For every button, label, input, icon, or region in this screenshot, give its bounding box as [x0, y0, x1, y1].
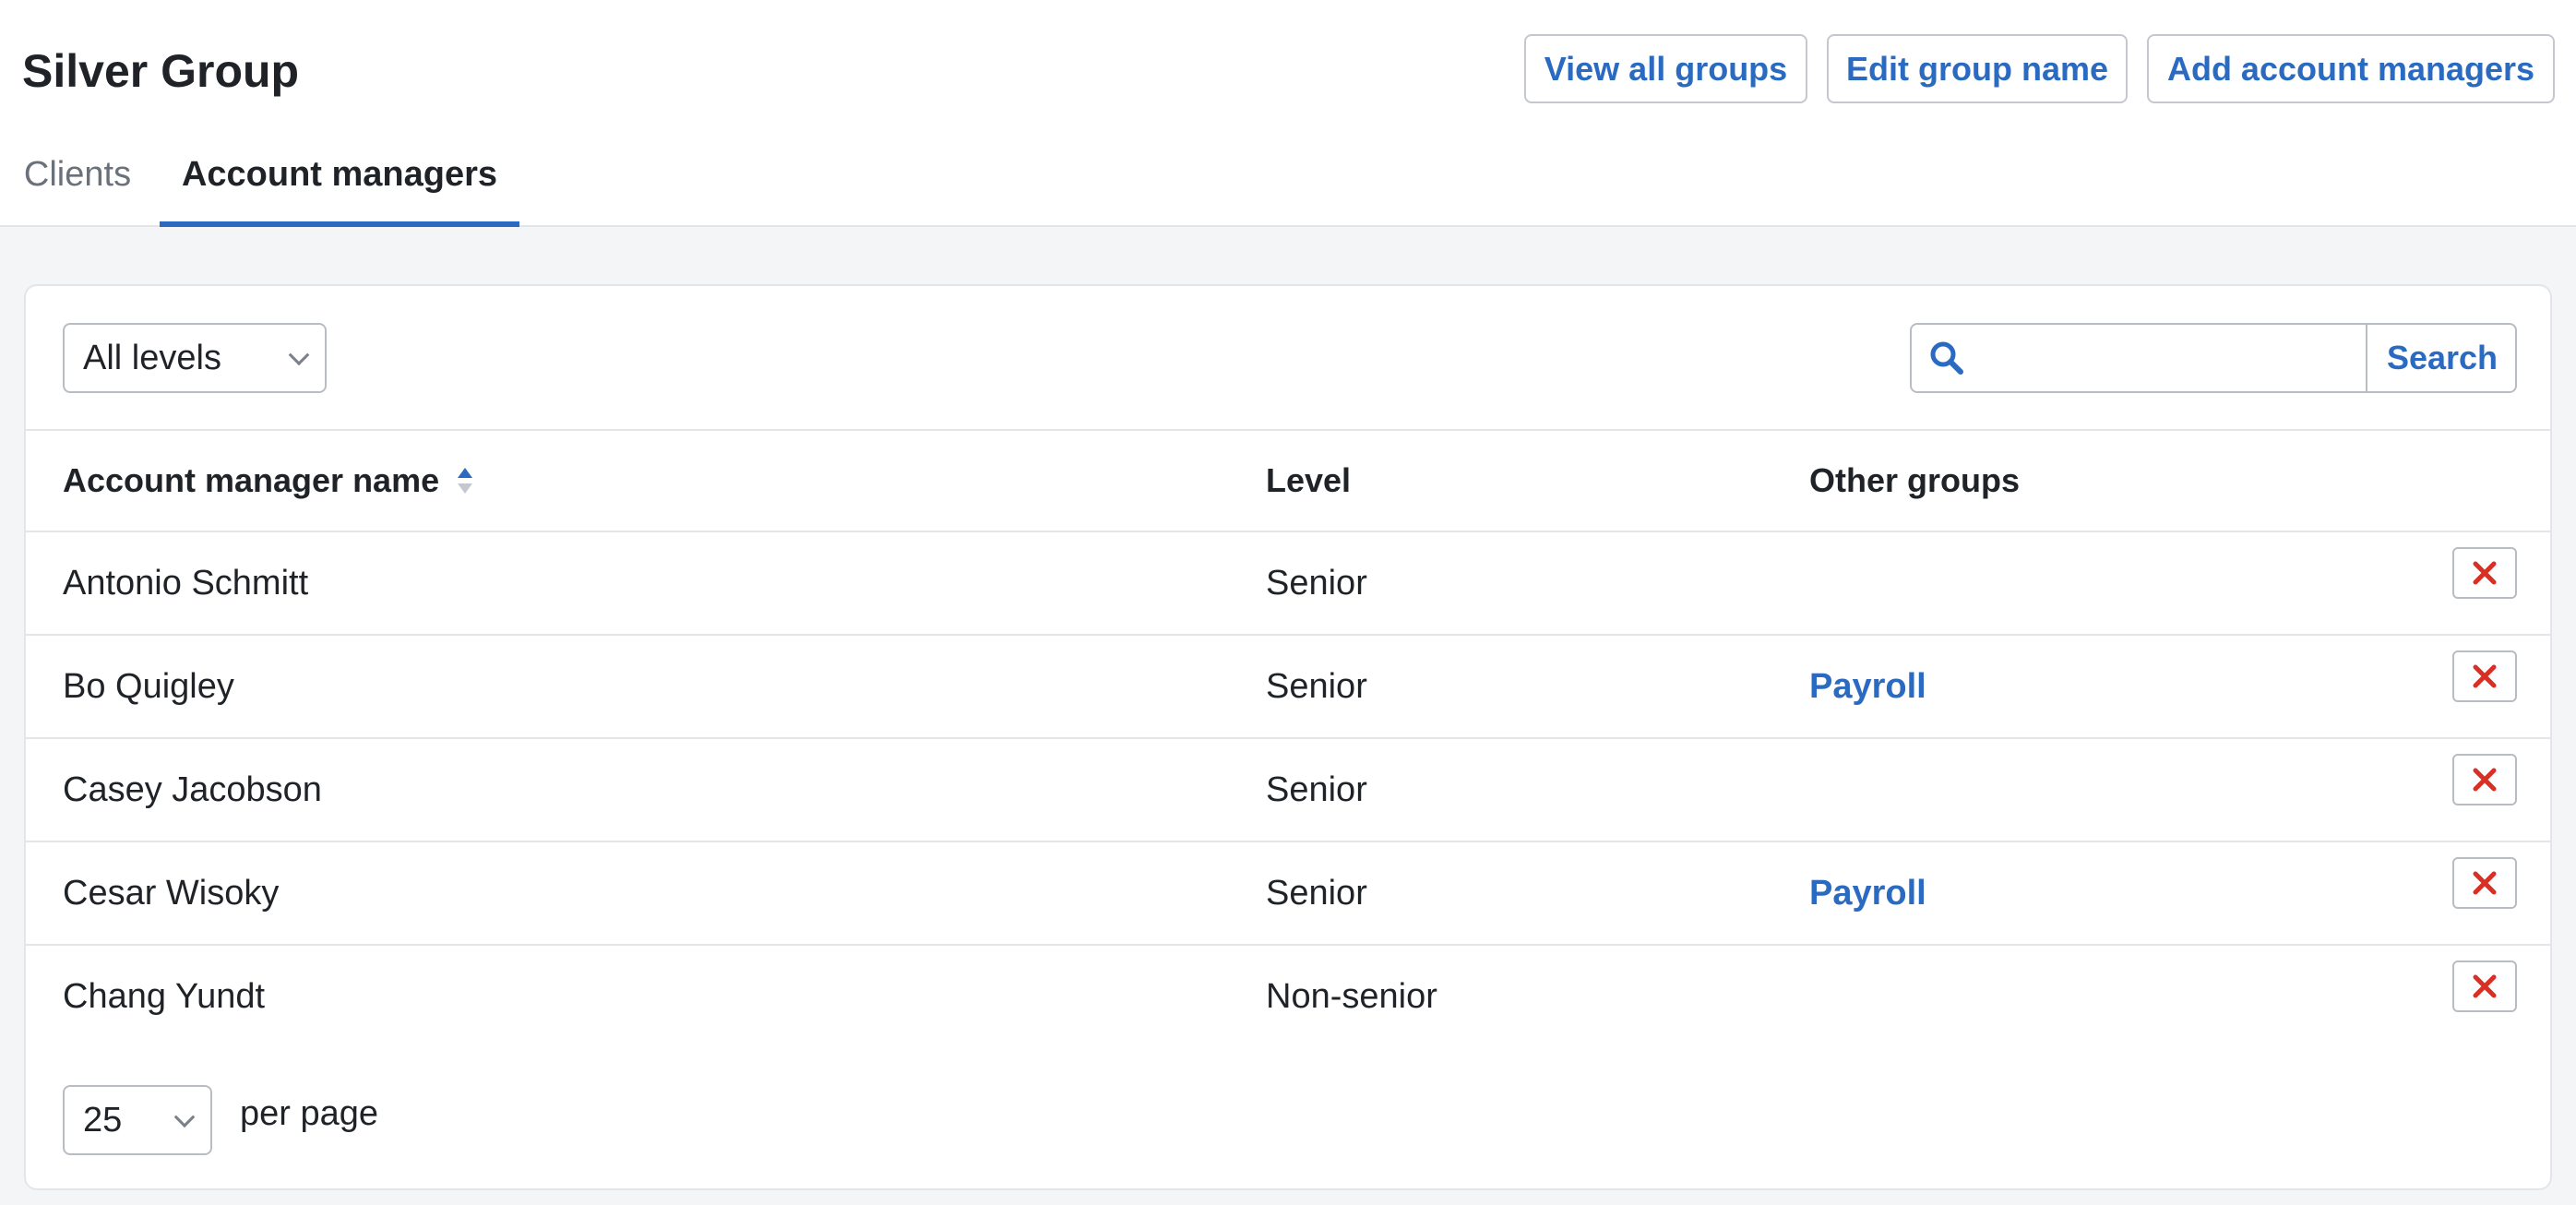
- row-level: Senior: [1266, 873, 1367, 913]
- close-icon: [2473, 561, 2497, 585]
- add-account-managers-button[interactable]: Add account managers: [2147, 34, 2555, 103]
- close-icon: [2473, 974, 2497, 998]
- row-name: Chang Yundt: [63, 976, 266, 1016]
- chevron-down-icon: [173, 1106, 196, 1128]
- row-other-groups-link[interactable]: Payroll: [1809, 636, 1926, 737]
- row-level: Senior: [1266, 563, 1367, 602]
- edit-group-name-button[interactable]: Edit group name: [1827, 34, 2128, 103]
- row-name: Bo Quigley: [63, 666, 234, 706]
- tab-account-managers[interactable]: Account managers: [160, 148, 519, 227]
- table-row: Bo Quigley Senior Payroll: [26, 636, 2550, 739]
- view-all-groups-button[interactable]: View all groups: [1524, 34, 1807, 103]
- close-icon: [2473, 871, 2497, 895]
- search-icon: [1930, 341, 1963, 375]
- per-page-select[interactable]: 25: [63, 1085, 212, 1155]
- column-header-level: Level: [1266, 461, 1352, 499]
- column-header-other-groups: Other groups: [1809, 461, 2021, 499]
- search-button[interactable]: Search: [2366, 325, 2515, 391]
- row-level: Senior: [1266, 666, 1367, 706]
- row-name: Cesar Wisoky: [63, 873, 280, 913]
- remove-account-manager-button[interactable]: [2452, 857, 2517, 909]
- row-name: Casey Jacobson: [63, 770, 322, 809]
- chevron-down-icon: [288, 344, 310, 366]
- sort-icon[interactable]: [456, 464, 474, 497]
- page-title: Silver Group: [22, 45, 300, 97]
- remove-account-manager-button[interactable]: [2452, 754, 2517, 805]
- column-header-name[interactable]: Account manager name: [63, 431, 474, 531]
- tab-clients[interactable]: Clients: [22, 148, 133, 227]
- table-row: Cesar Wisoky Senior Payroll: [26, 842, 2550, 946]
- per-page-label: per page: [240, 1094, 379, 1133]
- remove-account-manager-button[interactable]: [2452, 547, 2517, 599]
- level-filter-value: All levels: [83, 338, 221, 377]
- close-icon: [2473, 664, 2497, 688]
- close-icon: [2473, 768, 2497, 792]
- search-box: Search: [1910, 323, 2517, 393]
- per-page-value: 25: [83, 1100, 123, 1139]
- table-row: Antonio Schmitt Senior: [26, 532, 2550, 636]
- search-input[interactable]: [1984, 325, 2366, 391]
- page-header: Silver Group View all groups Edit group …: [0, 0, 2576, 227]
- column-header-name-label: Account manager name: [63, 461, 440, 499]
- row-other-groups-link[interactable]: Payroll: [1809, 842, 1926, 944]
- remove-account-manager-button[interactable]: [2452, 650, 2517, 702]
- row-level: Non-senior: [1266, 976, 1437, 1016]
- row-level: Senior: [1266, 770, 1367, 809]
- account-managers-card: All levels Search Account manager name L…: [24, 284, 2552, 1190]
- table-header: Account manager name Level Other groups: [26, 429, 2550, 532]
- level-filter-select[interactable]: All levels: [63, 323, 327, 393]
- table-row: Casey Jacobson Senior: [26, 739, 2550, 842]
- remove-account-manager-button[interactable]: [2452, 960, 2517, 1012]
- table-row: Chang Yundt Non-senior: [26, 946, 2550, 1049]
- row-name: Antonio Schmitt: [63, 563, 309, 602]
